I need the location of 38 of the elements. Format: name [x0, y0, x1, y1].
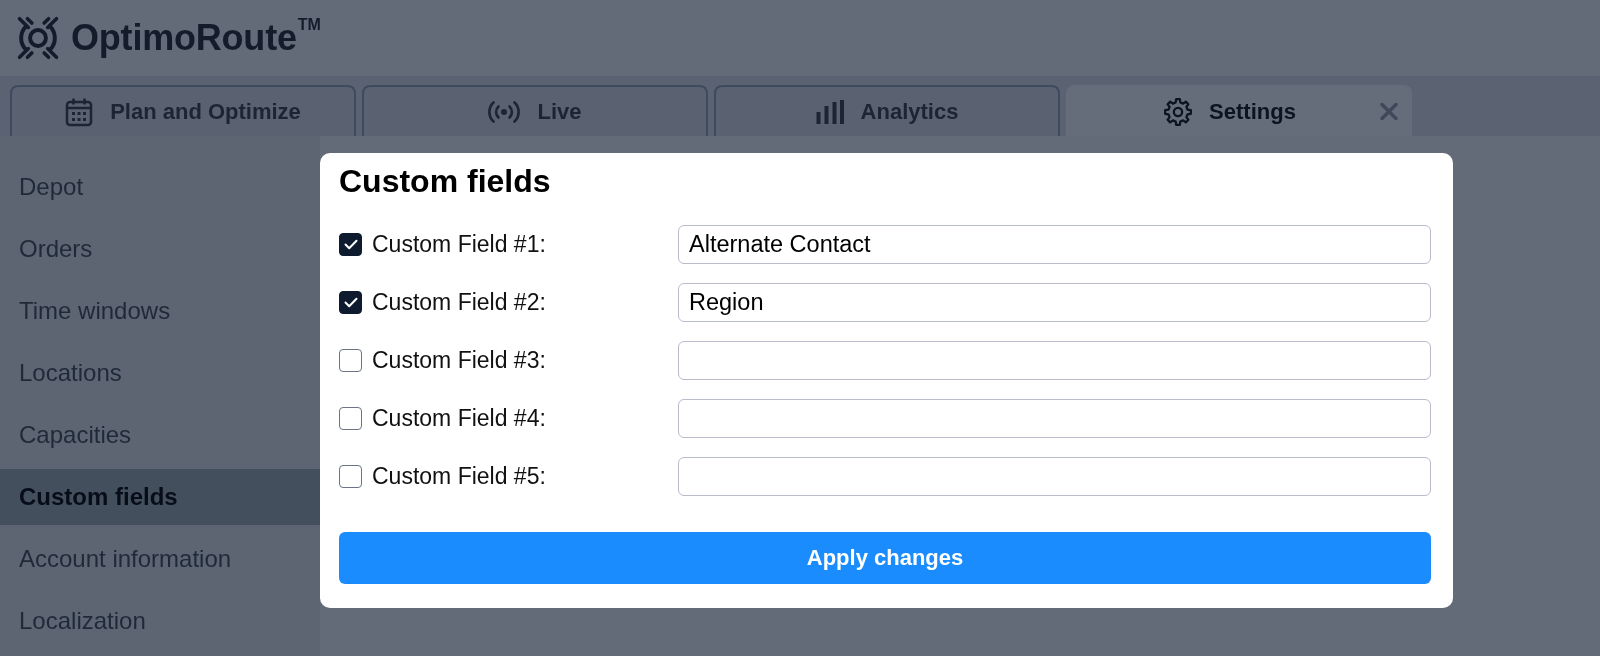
text-field[interactable]: Alternate Contact	[678, 225, 1431, 264]
field-label: Custom Field #5:	[372, 463, 546, 490]
checkbox[interactable]	[339, 349, 362, 372]
checkbox[interactable]	[339, 407, 362, 430]
tab[interactable]: Plan and Optimize	[10, 85, 356, 136]
tab[interactable]: Analytics	[714, 85, 1060, 136]
broadcast-icon	[488, 100, 521, 123]
sidebar-item[interactable]: Localization	[0, 593, 320, 649]
bar-chart-icon	[815, 99, 844, 124]
settings-icon	[1164, 97, 1193, 126]
field-label: Custom Field #3:	[372, 347, 546, 374]
sidebar-item[interactable]: Custom fields	[0, 469, 320, 525]
checkbox[interactable]	[339, 465, 362, 488]
checkbox[interactable]	[339, 291, 362, 314]
brand-name: OptimoRoute	[71, 17, 297, 59]
calendar-icon	[65, 96, 94, 127]
sidebar-item[interactable]: Depot	[0, 159, 320, 215]
trademark-sign: TM	[297, 16, 321, 34]
sidebar-item[interactable]: Time windows	[0, 283, 320, 339]
sidebar-item[interactable]: Locations	[0, 345, 320, 401]
ring-logo-icon	[16, 15, 60, 61]
text-field[interactable]	[678, 399, 1431, 438]
field-label: Custom Field #4:	[372, 405, 546, 432]
tab[interactable]: Settings	[1066, 85, 1412, 136]
dialog-title: Custom fields	[339, 162, 552, 200]
apply-button[interactable]: Apply changes	[339, 532, 1431, 584]
check-icon	[343, 297, 358, 308]
field-label: Custom Field #2:	[372, 289, 546, 316]
sidebar-item[interactable]: Orders	[0, 221, 320, 277]
text-field[interactable]	[678, 341, 1431, 380]
field-label: Custom Field #1:	[372, 231, 546, 258]
check-icon	[343, 239, 358, 250]
checkbox[interactable]	[339, 233, 362, 256]
sidebar-item[interactable]: Account information	[0, 531, 320, 587]
sidebar-item[interactable]: Capacities	[0, 407, 320, 463]
tab[interactable]: Live	[362, 85, 708, 136]
text-field[interactable]: Region	[678, 283, 1431, 322]
text-field[interactable]	[678, 457, 1431, 496]
